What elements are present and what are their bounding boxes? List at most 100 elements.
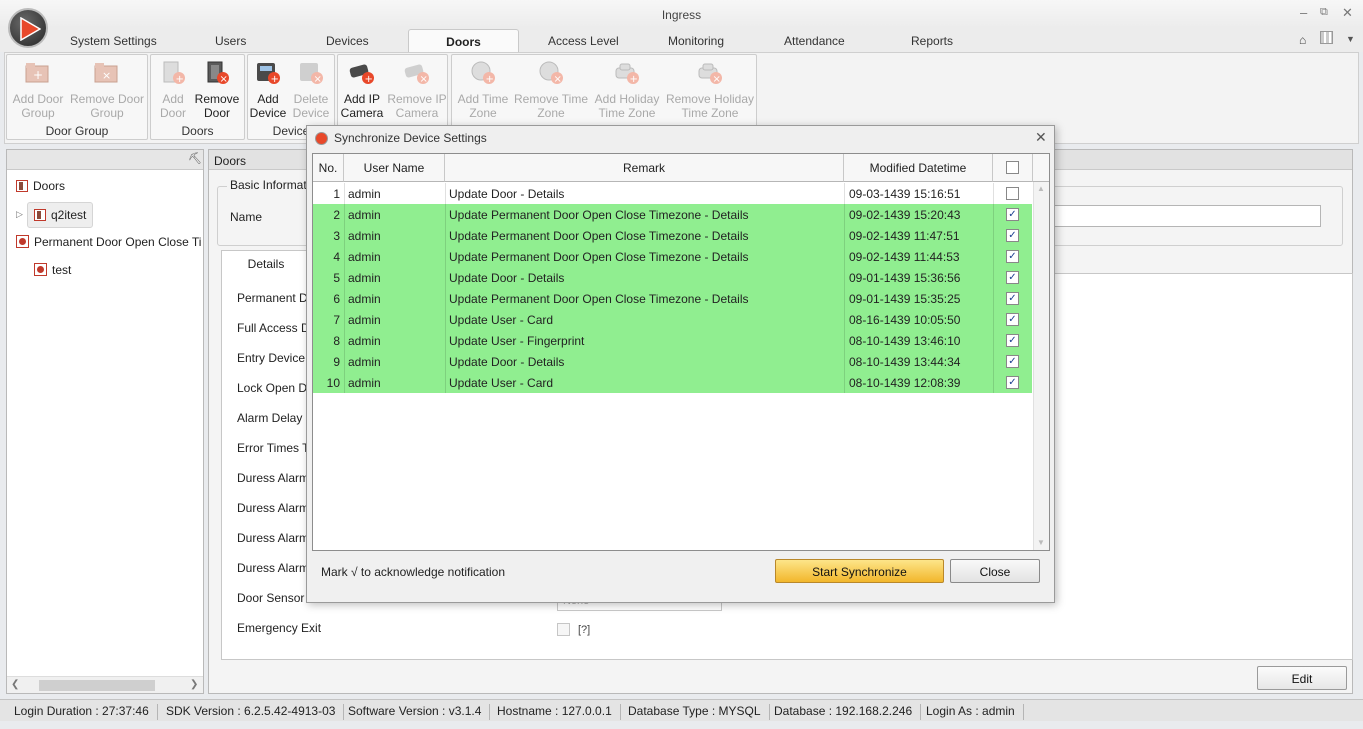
remove-ip-camera-button[interactable]: × Remove IP Camera: [387, 60, 447, 120]
tree-node-q2itest[interactable]: q2itest: [27, 202, 94, 228]
table-row[interactable]: 9 admin Update Door - Details 08-10-1439 13…: [313, 351, 1032, 372]
cell-no: 9: [333, 355, 340, 369]
label-line: Remove IP: [387, 92, 447, 106]
svg-text:×: ×: [220, 74, 228, 85]
name-input[interactable]: [1049, 205, 1321, 227]
restore-icon[interactable]: ⧉: [1320, 6, 1328, 19]
table-row[interactable]: 2 admin Update Permanent Door Open Close T…: [313, 204, 1032, 225]
tab-details[interactable]: Details: [221, 250, 311, 275]
close-button[interactable]: Close: [950, 559, 1040, 583]
table-row[interactable]: 1 admin Update Door - Details 09-03-1439 15…: [313, 183, 1032, 204]
table-row[interactable]: 10 admin Update User - Card 08-10-1439 12:0…: [313, 372, 1032, 393]
acknowledge-checkbox[interactable]: ✓: [1006, 229, 1019, 242]
table-row[interactable]: 3 admin Update Permanent Door Open Close T…: [313, 225, 1032, 246]
add-ip-camera-button[interactable]: + Add IP Camera: [339, 60, 385, 120]
column-divider: [844, 372, 845, 393]
remove-door-group-button[interactable]: × Remove Door Group: [69, 60, 145, 120]
acknowledge-checkbox[interactable]: ✓: [1006, 334, 1019, 347]
acknowledge-hint: Mark √ to acknowledge notification: [321, 565, 506, 579]
scroll-right-icon[interactable]: ❯: [190, 679, 198, 690]
cell-remark: Update User - Card: [449, 313, 554, 327]
acknowledge-checkbox[interactable]: ✓: [1006, 355, 1019, 368]
dialog-close-icon[interactable]: ✕: [1035, 129, 1047, 146]
svg-text:×: ×: [102, 69, 111, 82]
device-delete-icon: ×: [296, 60, 326, 86]
tree-node-permanent-tz[interactable]: Permanent Door Open Close Ti: [16, 235, 204, 249]
table-row[interactable]: 7 admin Update User - Card 08-16-1439 10:05…: [313, 309, 1032, 330]
tab-attendance[interactable]: Attendance: [784, 34, 845, 48]
emergency-exit-checkbox[interactable]: [557, 623, 570, 636]
acknowledge-checkbox[interactable]: ✓: [1006, 208, 1019, 221]
column-divider: [344, 309, 345, 330]
table-row[interactable]: 4 admin Update Permanent Door Open Close T…: [313, 246, 1032, 267]
col-header-check: [993, 154, 1033, 182]
delete-device-button[interactable]: × Delete Device: [290, 60, 332, 120]
col-header-datetime[interactable]: Modified Datetime: [844, 154, 993, 182]
tree-label: test: [52, 263, 72, 277]
col-header-spacer: [1033, 154, 1049, 182]
scroll-thumb[interactable]: [39, 680, 155, 691]
acknowledge-checkbox[interactable]: ✓: [1006, 271, 1019, 284]
start-synchronize-button[interactable]: Start Synchronize: [775, 559, 944, 583]
label-line: Camera: [340, 106, 384, 120]
column-divider: [844, 351, 845, 372]
scroll-up-icon[interactable]: ▲: [1037, 184, 1045, 193]
column-divider: [344, 351, 345, 372]
status-sdk-version: SDK Version : 6.2.5.42-4913-03: [158, 704, 345, 720]
column-divider: [993, 204, 994, 225]
tree-node-test[interactable]: test: [34, 263, 71, 277]
tab-devices[interactable]: Devices: [326, 34, 369, 48]
table-row[interactable]: 5 admin Update Door - Details 09-01-1439 15…: [313, 267, 1032, 288]
tab-users[interactable]: Users: [215, 34, 246, 48]
select-all-checkbox[interactable]: [1006, 161, 1019, 174]
column-divider: [344, 246, 345, 267]
column-divider: [993, 309, 994, 330]
tab-system-settings[interactable]: System Settings: [70, 34, 157, 48]
close-window-icon[interactable]: ✕: [1342, 5, 1353, 21]
tab-reports[interactable]: Reports: [911, 34, 953, 48]
add-door-button[interactable]: + Add Door: [154, 60, 192, 120]
table-row[interactable]: 6 admin Update Permanent Door Open Close T…: [313, 288, 1032, 309]
col-header-user[interactable]: User Name: [344, 154, 445, 182]
tab-monitoring[interactable]: Monitoring: [668, 34, 724, 48]
home-icon[interactable]: ⌂: [1299, 33, 1306, 47]
acknowledge-checkbox[interactable]: ✓: [1006, 376, 1019, 389]
edit-button[interactable]: Edit: [1257, 666, 1347, 690]
column-divider: [344, 225, 345, 246]
add-holiday-time-zone-button[interactable]: + Add Holiday Time Zone: [591, 60, 663, 120]
help-link[interactable]: [?]: [578, 624, 590, 636]
scroll-left-icon[interactable]: ❮: [11, 679, 19, 690]
add-door-group-button[interactable]: + Add Door Group: [10, 60, 66, 120]
status-login-duration: Login Duration : 27:37:46: [6, 704, 158, 720]
basic-info-legend: Basic Informat: [227, 178, 310, 192]
col-header-no[interactable]: No.: [313, 154, 344, 182]
acknowledge-checkbox[interactable]: ✓: [1006, 250, 1019, 263]
acknowledge-checkbox[interactable]: [1006, 187, 1019, 200]
tree-node-doors[interactable]: Doors: [16, 179, 65, 193]
remove-time-zone-button[interactable]: × Remove Time Zone: [513, 60, 589, 120]
minimize-icon[interactable]: –: [1300, 5, 1307, 20]
pin-icon[interactable]: ⛏: [188, 152, 202, 165]
layout-icon[interactable]: [1320, 31, 1333, 44]
remove-holiday-time-zone-button[interactable]: × Remove Holiday Time Zone: [665, 60, 755, 120]
acknowledge-checkbox[interactable]: ✓: [1006, 292, 1019, 305]
dropdown-arrow-icon[interactable]: ▼: [1346, 34, 1355, 44]
column-divider: [445, 246, 446, 267]
column-divider: [344, 330, 345, 351]
expand-arrow-icon[interactable]: ▷: [16, 209, 23, 220]
remove-door-button[interactable]: × Remove Door: [194, 60, 240, 120]
horizontal-scrollbar[interactable]: ❮ ❯: [7, 676, 203, 693]
acknowledge-checkbox[interactable]: ✓: [1006, 313, 1019, 326]
tab-access-level[interactable]: Access Level: [548, 34, 619, 48]
tab-doors[interactable]: Doors: [408, 29, 519, 53]
status-database: Database : 192.168.2.246: [766, 704, 922, 720]
col-header-remark[interactable]: Remark: [445, 154, 844, 182]
column-divider: [445, 267, 446, 288]
vertical-scrollbar[interactable]: ▲ ▼: [1033, 182, 1049, 550]
add-device-button[interactable]: + Add Device: [249, 60, 287, 120]
scroll-down-icon[interactable]: ▼: [1037, 538, 1045, 547]
add-time-zone-button[interactable]: + Add Time Zone: [455, 60, 511, 120]
column-divider: [344, 267, 345, 288]
table-row[interactable]: 8 admin Update User - Fingerprint 08-10-143…: [313, 330, 1032, 351]
app-logo-icon[interactable]: [8, 8, 48, 48]
